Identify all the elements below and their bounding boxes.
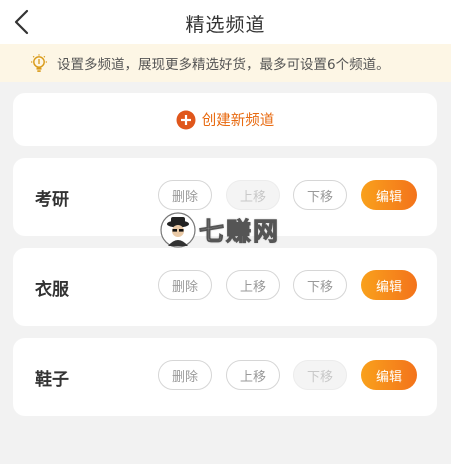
channel-name: 鞋子 — [35, 370, 69, 390]
watermark-text: 七赚网 — [198, 217, 281, 247]
edit-button[interactable]: 编辑 — [361, 360, 417, 390]
create-channel-button[interactable]: 创建新频道 — [176, 109, 275, 130]
channel-name: 考研 — [35, 190, 69, 210]
delete-button[interactable]: 删除 — [158, 360, 212, 390]
page-title: 精选频道 — [185, 14, 266, 36]
move-down-button[interactable]: 下移 — [293, 360, 347, 390]
watermark-avatar-logo — [160, 212, 196, 248]
notice-text: 设置多频道，展现更多精选好货，最多可设置6个频道。 — [57, 57, 390, 73]
plus-circle-icon — [176, 110, 196, 129]
create-channel-label: 创建新频道 — [201, 113, 275, 129]
delete-button[interactable]: 删除 — [158, 270, 212, 300]
channel-name: 衣服 — [35, 280, 69, 300]
move-up-button[interactable]: 上移 — [226, 180, 280, 210]
create-channel-card: 创建新频道 — [13, 93, 437, 146]
lightbulb-icon — [31, 54, 47, 72]
move-down-button[interactable]: 下移 — [293, 270, 347, 300]
delete-button[interactable]: 删除 — [158, 180, 212, 210]
notice-banner: 设置多频道，展现更多精选好货，最多可设置6个频道。 — [0, 44, 451, 82]
move-down-button[interactable]: 下移 — [293, 180, 347, 210]
nav-bar: 精选频道 — [0, 0, 451, 44]
channel-card-3: 鞋子 删除 上移 下移 编辑 — [13, 338, 437, 416]
edit-button[interactable]: 编辑 — [361, 180, 417, 210]
move-up-button[interactable]: 上移 — [226, 360, 280, 390]
edit-button[interactable]: 编辑 — [361, 270, 417, 300]
watermark: 七赚网 — [160, 212, 280, 248]
channel-card-2: 衣服 删除 上移 下移 编辑 — [13, 248, 437, 326]
move-up-button[interactable]: 上移 — [226, 270, 280, 300]
